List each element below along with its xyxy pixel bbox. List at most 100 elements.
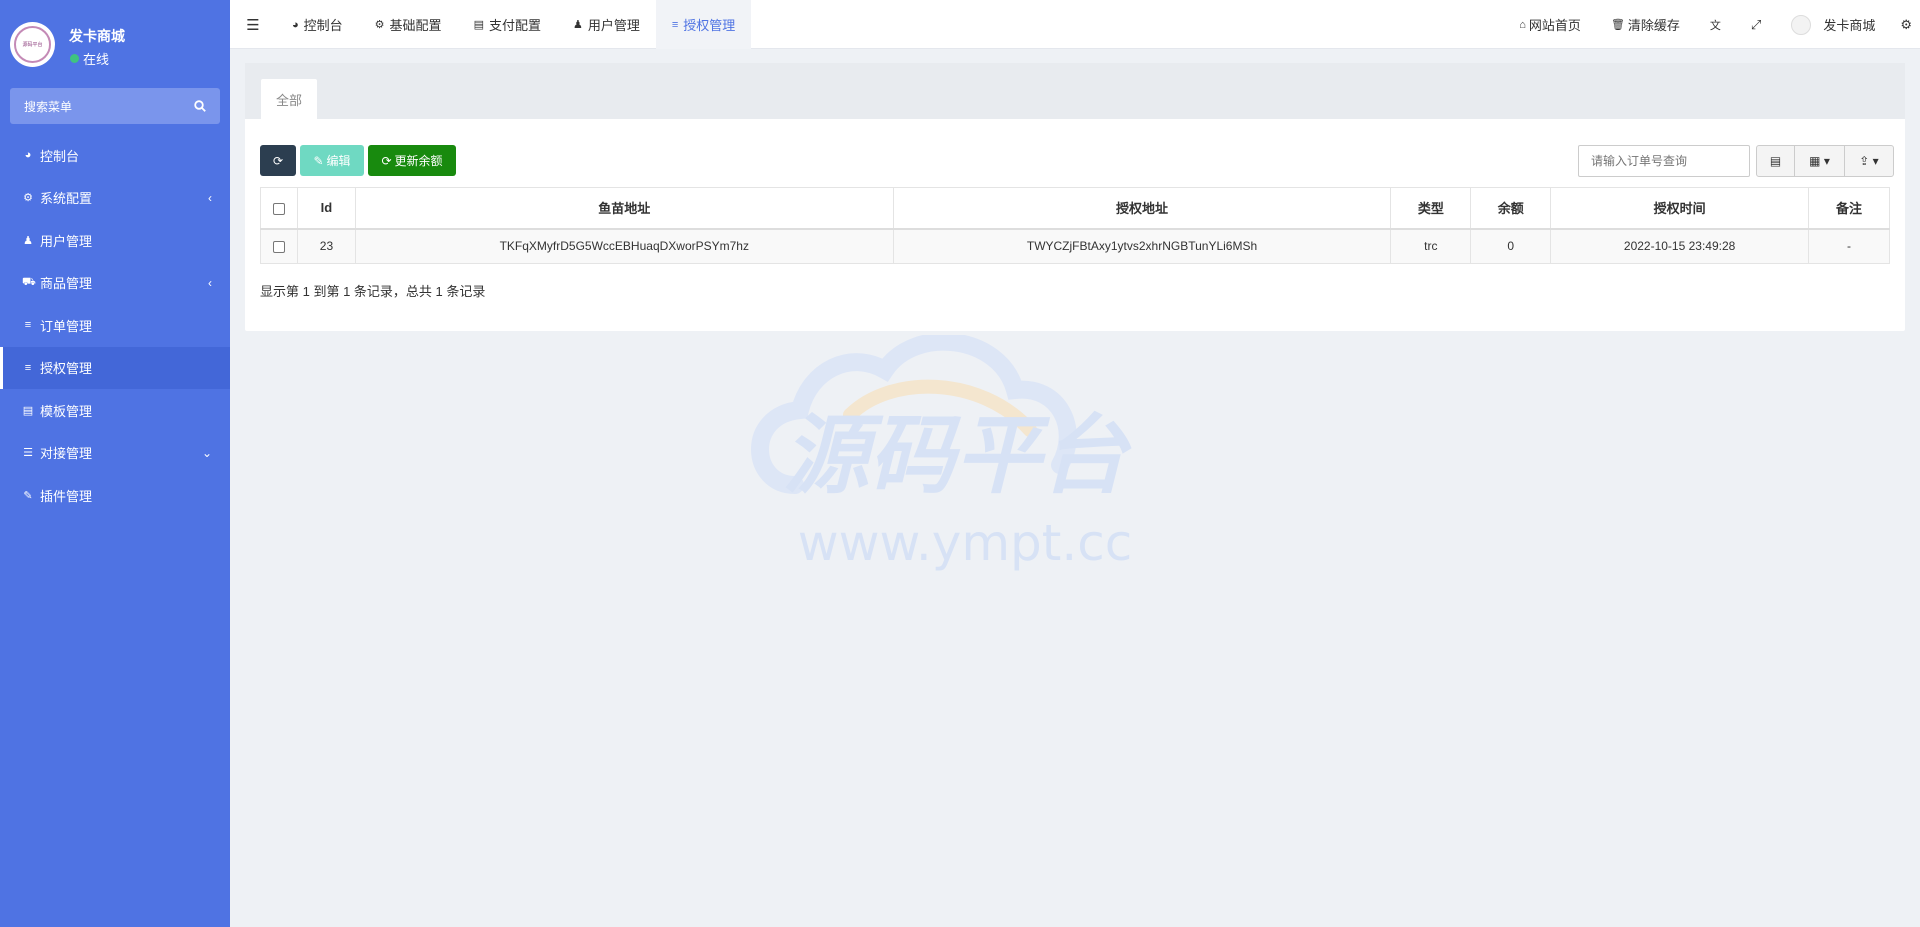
user-menu[interactable]: 发卡商城 bbox=[1776, 0, 1890, 49]
tab-label: 基础配置 bbox=[389, 18, 442, 33]
watermark-url: www.ympt.cc bbox=[798, 514, 1133, 572]
tab-users[interactable]: ♟ 用户管理 bbox=[557, 0, 656, 49]
refresh-button[interactable]: ⟳ bbox=[260, 145, 296, 176]
tab-basic-config[interactable]: ⚙ 基础配置 bbox=[359, 0, 458, 49]
server-icon: ▤ bbox=[473, 19, 484, 31]
sidebar-item-label: 商品管理 bbox=[40, 276, 93, 292]
list-icon: ≡ bbox=[671, 18, 679, 31]
cell-type: trc bbox=[1390, 228, 1472, 264]
column-header[interactable]: Id bbox=[296, 187, 356, 230]
user-icon: ♟ bbox=[572, 19, 583, 31]
dashboard-icon: ◕ bbox=[292, 18, 299, 31]
clear-cache-button[interactable]: 🗑 清除缓存 bbox=[1596, 0, 1695, 49]
update-balance-label: 更新余额 bbox=[394, 154, 443, 168]
refresh-icon: ⟳ bbox=[381, 153, 392, 168]
column-header[interactable]: 备注 bbox=[1808, 187, 1890, 230]
table-view-buttons: ▤ ▦ ▾ ⇪ ▾ bbox=[1756, 145, 1894, 177]
tab-payment-config[interactable]: ▤ 支付配置 bbox=[458, 0, 557, 49]
gear-icon: ⚙ bbox=[374, 19, 385, 31]
sidebar-item-dashboard[interactable]: ◕ 控制台 bbox=[0, 134, 230, 177]
gear-icon: ⚙ bbox=[23, 192, 33, 205]
tab-authorization[interactable]: ≡ 授权管理 bbox=[655, 0, 752, 49]
plug-icon: ✎ bbox=[23, 489, 33, 502]
user-icon: ♟ bbox=[23, 234, 33, 247]
table-toolbar: ⟳ ✎ 编辑 ⟳ 更新余额 bbox=[260, 145, 460, 176]
sidebar-item-authorization[interactable]: ≡ 授权管理 bbox=[0, 346, 230, 389]
trash-icon: 🗑 bbox=[1610, 19, 1625, 31]
menu-search[interactable]: 搜索菜单 bbox=[10, 88, 220, 124]
cart-icon: ⛟ bbox=[22, 275, 36, 288]
sidebar-item-label: 授权管理 bbox=[40, 361, 93, 377]
avatar bbox=[1791, 14, 1812, 35]
refresh-icon: ⟳ bbox=[272, 153, 284, 168]
select-all-checkbox[interactable] bbox=[272, 202, 285, 215]
sidebar-item-label: 插件管理 bbox=[40, 488, 93, 504]
gears-icon: ⚙ bbox=[1900, 16, 1912, 32]
edit-button[interactable]: ✎ 编辑 bbox=[300, 145, 364, 176]
order-search-input[interactable] bbox=[1578, 145, 1750, 177]
dashboard-icon: ◕ bbox=[24, 149, 32, 162]
sidebar-item-label: 控制台 bbox=[40, 148, 80, 164]
home-link[interactable]: ⌂ 网站首页 bbox=[1504, 0, 1596, 49]
user-status: 在线 bbox=[70, 49, 109, 68]
settings-button[interactable]: ⚙ bbox=[1890, 0, 1920, 49]
user-panel: 源码平台 发卡商城 在线 bbox=[0, 0, 230, 88]
column-header[interactable]: 授权地址 bbox=[892, 187, 1392, 230]
sidebar-item-orders[interactable]: ≡ 订单管理 bbox=[0, 304, 230, 347]
topbar: ☰ ◕ 控制台 ⚙ 基础配置 ▤ 支付配置 ♟ 用户管理 ≡ 授权管理 ⌂ 网站首页 🗑 清除… bbox=[230, 0, 1920, 49]
main-panel: 全部 ⟳ ✎编辑 ⟳更新余额 ▤ ▦ ▾ ⇪ ▾ Id 鱼苗地址 授权地址 类型… bbox=[245, 63, 1905, 331]
sidebar-item-products[interactable]: ⛟ 商品管理 ‹ bbox=[0, 262, 230, 305]
panel-tabs: 全部 bbox=[245, 63, 1905, 119]
row-checkbox[interactable] bbox=[272, 241, 285, 254]
chevron-down-icon: ⌄ bbox=[201, 445, 212, 460]
search-icon[interactable] bbox=[194, 100, 206, 112]
status-label: 在线 bbox=[83, 52, 110, 67]
sidebar-item-label: 模板管理 bbox=[40, 403, 93, 419]
columns-toggle-button[interactable]: ▦ ▾ bbox=[1795, 146, 1845, 176]
tab-label: 控制台 bbox=[303, 18, 343, 33]
grid-icon: ▦ ▾ bbox=[1809, 154, 1830, 168]
sidebar-item-plugins[interactable]: ✎ 插件管理 bbox=[0, 474, 230, 517]
list-icon: ≡ bbox=[24, 319, 32, 332]
sidebar-item-label: 对接管理 bbox=[40, 446, 93, 462]
cell-note: - bbox=[1808, 228, 1890, 264]
table-list-icon: ▤ bbox=[1769, 154, 1782, 168]
card-view-button[interactable]: ▤ bbox=[1757, 146, 1795, 176]
fullscreen-icon: ⤢ bbox=[1750, 16, 1762, 32]
language-button[interactable]: 文 bbox=[1695, 0, 1736, 49]
avatar-logo: 源码平台 bbox=[14, 26, 51, 63]
sidebar-item-users[interactable]: ♟ 用户管理 bbox=[0, 219, 230, 262]
menu-toggle-icon[interactable]: ☰ bbox=[230, 0, 276, 49]
column-header[interactable]: 余额 bbox=[1470, 187, 1552, 230]
table-header-row: Id 鱼苗地址 授权地址 类型 余额 授权时间 备注 bbox=[260, 187, 1890, 230]
update-balance-button[interactable]: ⟳ 更新余额 bbox=[368, 145, 456, 176]
translate-icon: 文 bbox=[1709, 19, 1721, 32]
table-row: 23 TKFqXMyfrD5G5WccEBHuaqDXworPSYm7hz TW… bbox=[260, 228, 1890, 264]
tab-label: 用户管理 bbox=[587, 18, 640, 33]
pencil-icon: ✎ bbox=[313, 153, 324, 168]
topbar-tabs: ☰ ◕ 控制台 ⚙ 基础配置 ▤ 支付配置 ♟ 用户管理 ≡ 授权管理 bbox=[230, 0, 752, 49]
topbar-actions: ⌂ 网站首页 🗑 清除缓存 文 ⤢ 发卡商城 ⚙ bbox=[1504, 0, 1920, 49]
cell-balance: 0 bbox=[1470, 228, 1552, 264]
tab-label: 支付配置 bbox=[488, 18, 541, 33]
sliders-icon: ☰ bbox=[23, 447, 33, 460]
sidebar-item-label: 用户管理 bbox=[40, 233, 93, 249]
column-header[interactable]: 授权时间 bbox=[1550, 187, 1809, 230]
sidebar-item-templates[interactable]: ▤ 模板管理 bbox=[0, 389, 230, 432]
fullscreen-button[interactable]: ⤢ bbox=[1736, 0, 1776, 49]
sidebar-item-label: 系统配置 bbox=[40, 191, 93, 207]
chevron-left-icon: ‹ bbox=[208, 275, 212, 290]
sidebar-menu: ◕ 控制台 ⚙ 系统配置 ‹ ♟ 用户管理 ⛟ 商品管理 ‹ ≡ 订单管理 ≡ 授权管理 ▤ 模板… bbox=[0, 134, 230, 517]
tab-all[interactable]: 全部 bbox=[261, 79, 317, 119]
user-menu-label: 发卡商城 bbox=[1823, 18, 1876, 33]
tab-dashboard[interactable]: ◕ 控制台 bbox=[276, 0, 359, 49]
online-dot-icon bbox=[70, 54, 79, 63]
sidebar-item-system-config[interactable]: ⚙ 系统配置 ‹ bbox=[0, 177, 230, 220]
export-button[interactable]: ⇪ ▾ bbox=[1845, 146, 1893, 176]
avatar: 源码平台 bbox=[10, 22, 55, 67]
column-header[interactable]: 鱼苗地址 bbox=[354, 187, 894, 230]
cell-auth-address: TWYCZjFBtAxy1ytvs2xhrNGBTunYLi6MSh bbox=[892, 228, 1392, 264]
sidebar-item-integration[interactable]: ☰ 对接管理 ⌄ bbox=[0, 432, 230, 475]
chevron-left-icon: ‹ bbox=[208, 190, 212, 205]
column-header[interactable]: 类型 bbox=[1390, 187, 1472, 230]
